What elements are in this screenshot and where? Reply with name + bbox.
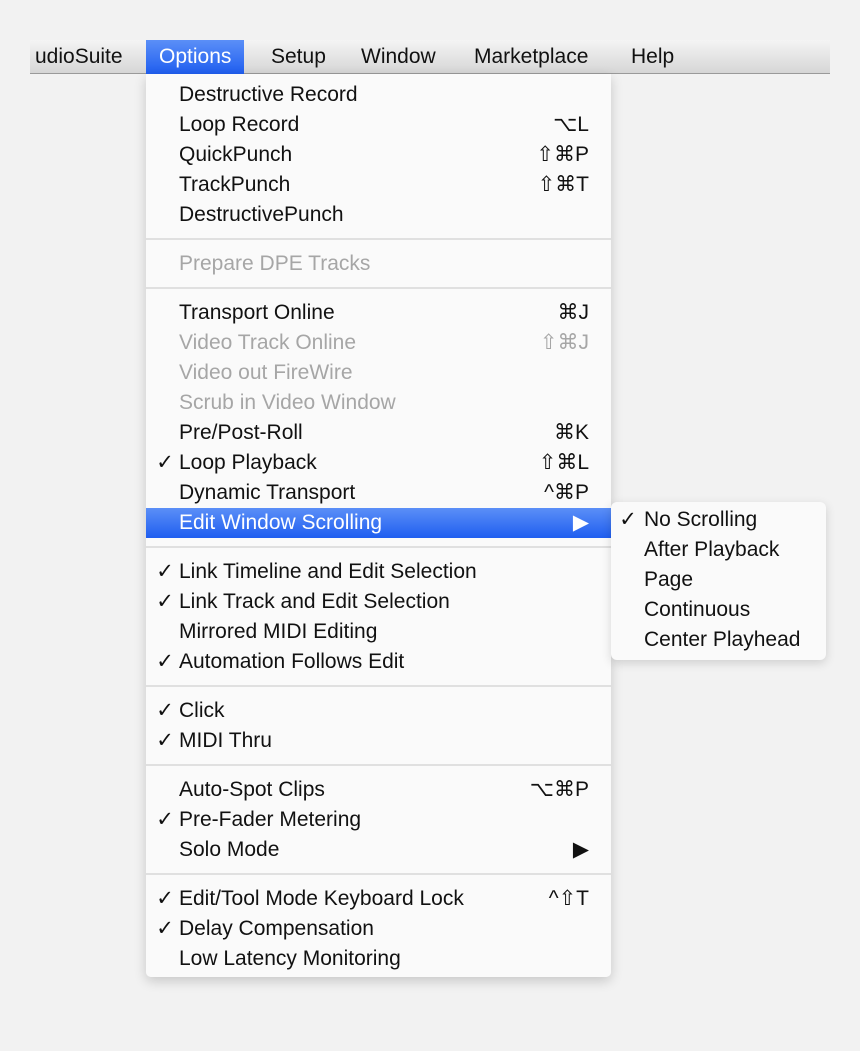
menu-item-label: Transport Online bbox=[179, 301, 335, 324]
options-menu: Destructive Record Loop Record ⌥L QuickPunc… bbox=[146, 74, 611, 977]
menu-item-mirrored-midi-editing[interactable]: Mirrored MIDI Editing bbox=[146, 617, 611, 647]
checkmark-icon: ✓ bbox=[156, 808, 174, 831]
menu-item-trackpunch[interactable]: TrackPunch ⇧⌘T bbox=[146, 170, 611, 200]
submenu-arrow-icon: ▶ bbox=[572, 838, 589, 861]
menu-item-label: Loop Playback bbox=[179, 451, 317, 474]
menu-item-link-timeline-and-edit-selection[interactable]: ✓ Link Timeline and Edit Selection bbox=[146, 557, 611, 587]
menu-item-label: Dynamic Transport bbox=[179, 481, 356, 504]
menubar-item-help[interactable]: Help bbox=[618, 40, 687, 74]
menu-item-edit-window-scrolling[interactable]: Edit Window Scrolling ▶ bbox=[146, 508, 611, 538]
menu-item-quickpunch[interactable]: QuickPunch ⇧⌘P bbox=[146, 140, 611, 170]
checkmark-icon: ✓ bbox=[156, 451, 174, 474]
checkmark-icon: ✓ bbox=[156, 650, 174, 673]
shortcut-label: ⌘J bbox=[557, 301, 590, 324]
menu-item-label: Link Track and Edit Selection bbox=[179, 590, 450, 613]
menu-item-label: Pre-Fader Metering bbox=[179, 808, 362, 831]
menu-item-label: Link Timeline and Edit Selection bbox=[179, 560, 477, 583]
submenu-arrow-icon: ▶ bbox=[572, 511, 589, 534]
menu-item-video-track-online: Video Track Online ⇧⌘J bbox=[146, 328, 611, 358]
menu-item-loop-record[interactable]: Loop Record ⌥L bbox=[146, 110, 611, 140]
menu-item-label: DestructivePunch bbox=[179, 203, 344, 226]
menu-item-destructive-record[interactable]: Destructive Record bbox=[146, 80, 611, 110]
submenu-item-label: After Playback bbox=[644, 538, 780, 561]
menu-item-video-out-firewire: Video out FireWire bbox=[146, 358, 611, 388]
menu-item-prepare-dpe-tracks: Prepare DPE Tracks bbox=[146, 249, 611, 279]
shortcut-label: ⇧⌘J bbox=[539, 331, 589, 354]
menu-separator bbox=[146, 279, 611, 298]
submenu-item-label: Page bbox=[644, 568, 694, 591]
menu-separator bbox=[146, 756, 611, 775]
submenu-item-after-playback[interactable]: After Playback bbox=[611, 535, 826, 565]
submenu-item-label: Continuous bbox=[644, 598, 751, 621]
menubar-item-options[interactable]: Options bbox=[146, 40, 245, 74]
submenu-item-center-playhead[interactable]: Center Playhead bbox=[611, 625, 826, 655]
menu-item-label: Edit/Tool Mode Keyboard Lock bbox=[179, 887, 464, 910]
checkmark-icon: ✓ bbox=[156, 729, 174, 752]
shortcut-label: ⇧⌘P bbox=[536, 143, 589, 166]
menu-separator bbox=[146, 677, 611, 696]
menu-item-destructivepunch[interactable]: DestructivePunch bbox=[146, 200, 611, 230]
shortcut-label: ⇧⌘L bbox=[538, 451, 589, 474]
menu-item-label: Delay Compensation bbox=[179, 917, 374, 940]
menu-item-midi-thru[interactable]: ✓ MIDI Thru bbox=[146, 726, 611, 756]
menu-item-label: TrackPunch bbox=[179, 173, 291, 196]
menu-item-low-latency-monitoring[interactable]: Low Latency Monitoring bbox=[146, 944, 611, 974]
checkmark-icon: ✓ bbox=[156, 560, 174, 583]
submenu-item-continuous[interactable]: Continuous bbox=[611, 595, 826, 625]
menubar-item-setup[interactable]: Setup bbox=[258, 40, 339, 74]
checkmark-icon: ✓ bbox=[156, 917, 174, 940]
menu-item-label: Pre/Post-Roll bbox=[179, 421, 303, 444]
submenu-item-page[interactable]: Page bbox=[611, 565, 826, 595]
menu-item-link-track-and-edit-selection[interactable]: ✓ Link Track and Edit Selection bbox=[146, 587, 611, 617]
menu-item-label: Edit Window Scrolling bbox=[179, 511, 383, 534]
menu-item-label: QuickPunch bbox=[179, 143, 293, 166]
menu-item-label: Automation Follows Edit bbox=[179, 650, 405, 673]
shortcut-label: ⌘K bbox=[553, 421, 589, 444]
menu-item-label: Scrub in Video Window bbox=[179, 391, 396, 414]
menu-item-label: Mirrored MIDI Editing bbox=[179, 620, 378, 643]
menu-item-label: Solo Mode bbox=[179, 838, 280, 861]
shortcut-label: ⌥L bbox=[553, 113, 589, 136]
menu-item-transport-online[interactable]: Transport Online ⌘J bbox=[146, 298, 611, 328]
edit-window-scrolling-submenu: ✓ No Scrolling After Playback Page Continuou… bbox=[611, 502, 826, 660]
menu-item-label: Auto-Spot Clips bbox=[179, 778, 325, 801]
menu-item-label: MIDI Thru bbox=[179, 729, 272, 752]
menu-item-pre-post-roll[interactable]: Pre/Post-Roll ⌘K bbox=[146, 418, 611, 448]
checkmark-icon: ✓ bbox=[619, 508, 637, 531]
submenu-item-label: Center Playhead bbox=[644, 628, 801, 651]
menu-item-label: Destructive Record bbox=[179, 83, 358, 106]
menu-item-automation-follows-edit[interactable]: ✓ Automation Follows Edit bbox=[146, 647, 611, 677]
submenu-item-no-scrolling[interactable]: ✓ No Scrolling bbox=[611, 505, 826, 535]
checkmark-icon: ✓ bbox=[156, 887, 174, 910]
menubar-item-marketplace[interactable]: Marketplace bbox=[461, 40, 601, 74]
menu-item-delay-compensation[interactable]: ✓ Delay Compensation bbox=[146, 914, 611, 944]
menu-item-loop-playback[interactable]: ✓ Loop Playback ⇧⌘L bbox=[146, 448, 611, 478]
checkmark-icon: ✓ bbox=[156, 590, 174, 613]
menu-item-label: Loop Record bbox=[179, 113, 300, 136]
submenu-item-label: No Scrolling bbox=[644, 508, 758, 531]
menu-item-pre-fader-metering[interactable]: ✓ Pre-Fader Metering bbox=[146, 805, 611, 835]
menubar-item-udiosuite[interactable]: udioSuite bbox=[22, 40, 136, 74]
menu-bar: udioSuite Options Setup Window Marketplace He… bbox=[30, 40, 830, 74]
menu-item-scrub-in-video-window: Scrub in Video Window bbox=[146, 388, 611, 418]
shortcut-label: ^⌘P bbox=[544, 481, 589, 504]
menu-separator bbox=[146, 865, 611, 884]
shortcut-label: ^⇧T bbox=[548, 887, 589, 910]
menu-separator bbox=[146, 230, 611, 249]
menu-item-label: Prepare DPE Tracks bbox=[179, 252, 371, 275]
menu-item-label: Video Track Online bbox=[179, 331, 357, 354]
menu-item-click[interactable]: ✓ Click bbox=[146, 696, 611, 726]
menu-item-label: Video out FireWire bbox=[179, 361, 353, 384]
menu-separator bbox=[146, 538, 611, 557]
menu-item-edit-tool-mode-keyboard-lock[interactable]: ✓ Edit/Tool Mode Keyboard Lock ^⇧T bbox=[146, 884, 611, 914]
menu-item-label: Low Latency Monitoring bbox=[179, 947, 401, 970]
menu-item-label: Click bbox=[179, 699, 225, 722]
shortcut-label: ⇧⌘T bbox=[537, 173, 589, 196]
menu-item-solo-mode[interactable]: Solo Mode ▶ bbox=[146, 835, 611, 865]
menu-item-dynamic-transport[interactable]: Dynamic Transport ^⌘P bbox=[146, 478, 611, 508]
menubar-item-window[interactable]: Window bbox=[348, 40, 449, 74]
checkmark-icon: ✓ bbox=[156, 699, 174, 722]
shortcut-label: ⌥⌘P bbox=[529, 778, 589, 801]
menu-item-auto-spot-clips[interactable]: Auto-Spot Clips ⌥⌘P bbox=[146, 775, 611, 805]
